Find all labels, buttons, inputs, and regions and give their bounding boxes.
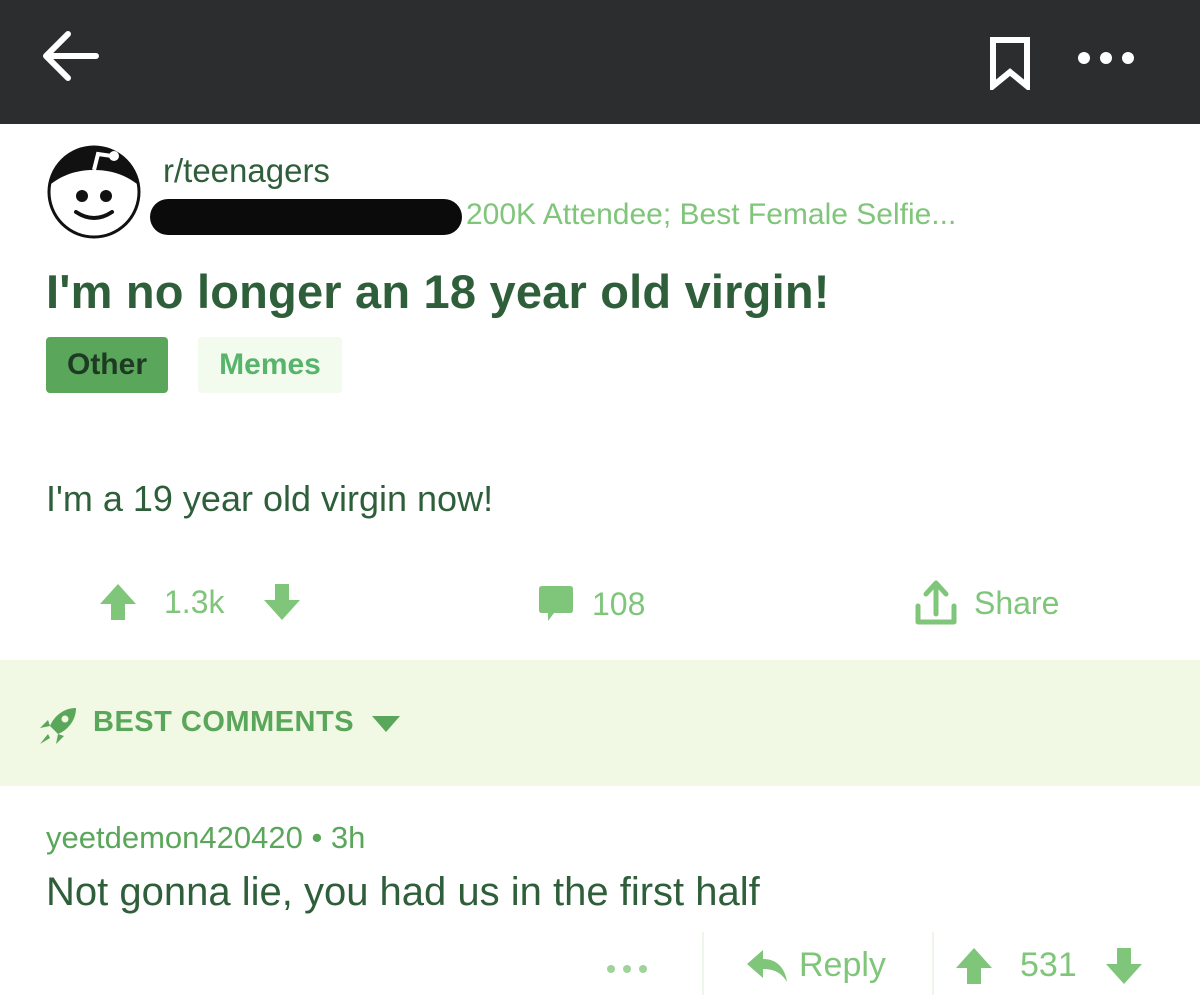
post-score: 1.3k (164, 584, 225, 620)
comment-meta: yeetdemon420420 • 3h (46, 820, 365, 856)
comment-upvote-button[interactable] (954, 946, 994, 986)
share-button[interactable]: Share (914, 578, 1059, 628)
divider (702, 932, 704, 995)
subreddit-avatar-icon[interactable] (46, 144, 142, 240)
reply-icon (747, 949, 787, 982)
arrow-down-icon (1106, 948, 1142, 984)
chevron-down-icon (372, 716, 400, 732)
comment-text: Not gonna lie, you had us in the first h… (46, 870, 760, 914)
more-horizontal-icon[interactable] (1074, 47, 1138, 69)
share-icon (915, 580, 957, 625)
redacted-username (150, 199, 462, 235)
comments-button[interactable]: 108 (538, 584, 645, 624)
user-flair: 200K Attendee; Best Female Selfie... (466, 198, 957, 231)
downvote-button[interactable] (262, 582, 302, 622)
comment-author[interactable]: yeetdemon420420 (46, 820, 303, 855)
bookmark-icon[interactable] (985, 36, 1035, 90)
post-body: I'm a 19 year old virgin now! (46, 478, 494, 519)
comment-item: yeetdemon420420 • 3h Not gonna lie, you … (0, 786, 1200, 995)
top-app-bar (0, 0, 1200, 124)
comment-icon (539, 586, 573, 621)
upvote-button[interactable] (98, 582, 138, 622)
comment-score: 531 (1020, 946, 1077, 984)
comment-count: 108 (592, 585, 646, 622)
arrow-up-icon (956, 948, 992, 984)
post-actions: 1.3k 108 Share (0, 570, 1200, 640)
separator-dot: • (311, 820, 331, 855)
divider (932, 932, 934, 995)
share-label: Share (974, 584, 1060, 621)
subreddit-name[interactable]: r/teenagers (163, 152, 330, 190)
arrow-down-icon (264, 584, 300, 620)
arrow-up-icon (100, 584, 136, 620)
post-tag-other[interactable]: Other (46, 337, 168, 393)
comment-sort-bar[interactable]: BEST COMMENTS (0, 660, 1200, 786)
post-tag-memes[interactable]: Memes (198, 337, 342, 393)
more-horizontal-icon[interactable] (605, 964, 649, 974)
reply-label: Reply (799, 946, 886, 984)
rocket-icon (40, 708, 76, 744)
comment-downvote-button[interactable] (1104, 946, 1144, 986)
post-title[interactable]: I'm no longer an 18 year old virgin! (46, 264, 830, 319)
sort-label: BEST COMMENTS (93, 706, 355, 738)
reply-button[interactable]: Reply (745, 946, 886, 985)
comment-age: 3h (330, 820, 366, 855)
arrow-left-icon[interactable] (38, 28, 102, 84)
